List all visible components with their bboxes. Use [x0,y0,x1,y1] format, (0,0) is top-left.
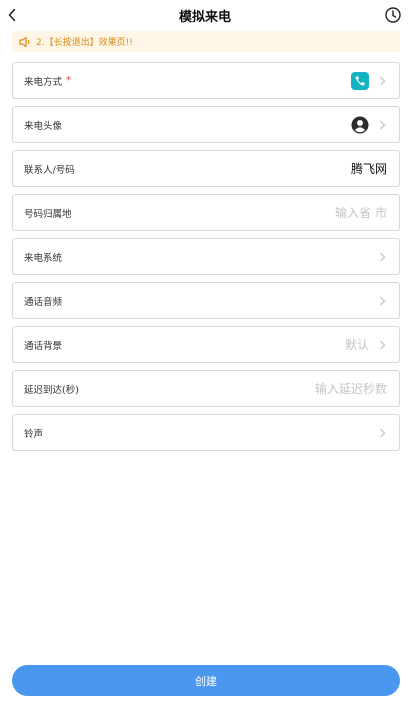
row-label: 通话背景 [24,340,63,352]
row-number-location[interactable]: 号码归属地 输入省 市 [12,194,400,231]
avatar-icon [351,116,369,133]
row-call-method[interactable]: 来电方式 * [12,62,400,99]
phone-icon [351,71,369,90]
row-label: 来电方式 [24,76,63,88]
chevron-right-icon [377,252,387,262]
background-value: 默认 [344,338,369,352]
chevron-right-icon [377,76,387,86]
chevron-right-icon [377,120,387,130]
delay-input[interactable]: 输入延迟秒数 [315,380,387,397]
contact-value[interactable]: 腾飞网 [351,160,387,177]
page-title: 模拟来电 [178,10,231,25]
row-call-background[interactable]: 通话背景 默认 [12,326,400,363]
row-label: 来电系统 [24,252,63,264]
top-bar: 模拟来电 [0,0,410,30]
location-input[interactable]: 输入省 市 [335,204,387,221]
row-caller-avatar[interactable]: 来电头像 [12,106,400,143]
notice-text: 2.【长按退出】效果页!! [36,38,133,48]
chevron-right-icon [377,428,387,438]
row-label: 来电头像 [24,120,63,132]
row-delay-seconds[interactable]: 延迟到达(秒) 输入延迟秒数 [12,370,400,407]
history-button[interactable] [384,6,402,24]
chevron-right-icon [377,340,387,350]
row-contact-number[interactable]: 联系人/号码 腾飞网 [12,150,400,187]
row-label: 联系人/号码 [24,164,75,176]
clock-icon [385,7,401,23]
chevron-right-icon [377,296,387,306]
create-button[interactable]: 创建 [12,665,400,696]
row-label: 号码归属地 [24,208,72,220]
row-call-audio[interactable]: 通话音频 [12,282,400,319]
row-label: 延迟到达(秒) [24,384,79,396]
notice-bar: 2.【长按退出】效果页!! [12,31,400,52]
row-label: 通话音频 [24,296,63,308]
speaker-icon [19,36,30,47]
required-mark: * [66,75,72,86]
row-call-system[interactable]: 来电系统 [12,238,400,275]
row-label: 铃声 [24,428,44,440]
row-ringtone[interactable]: 铃声 [12,414,400,451]
